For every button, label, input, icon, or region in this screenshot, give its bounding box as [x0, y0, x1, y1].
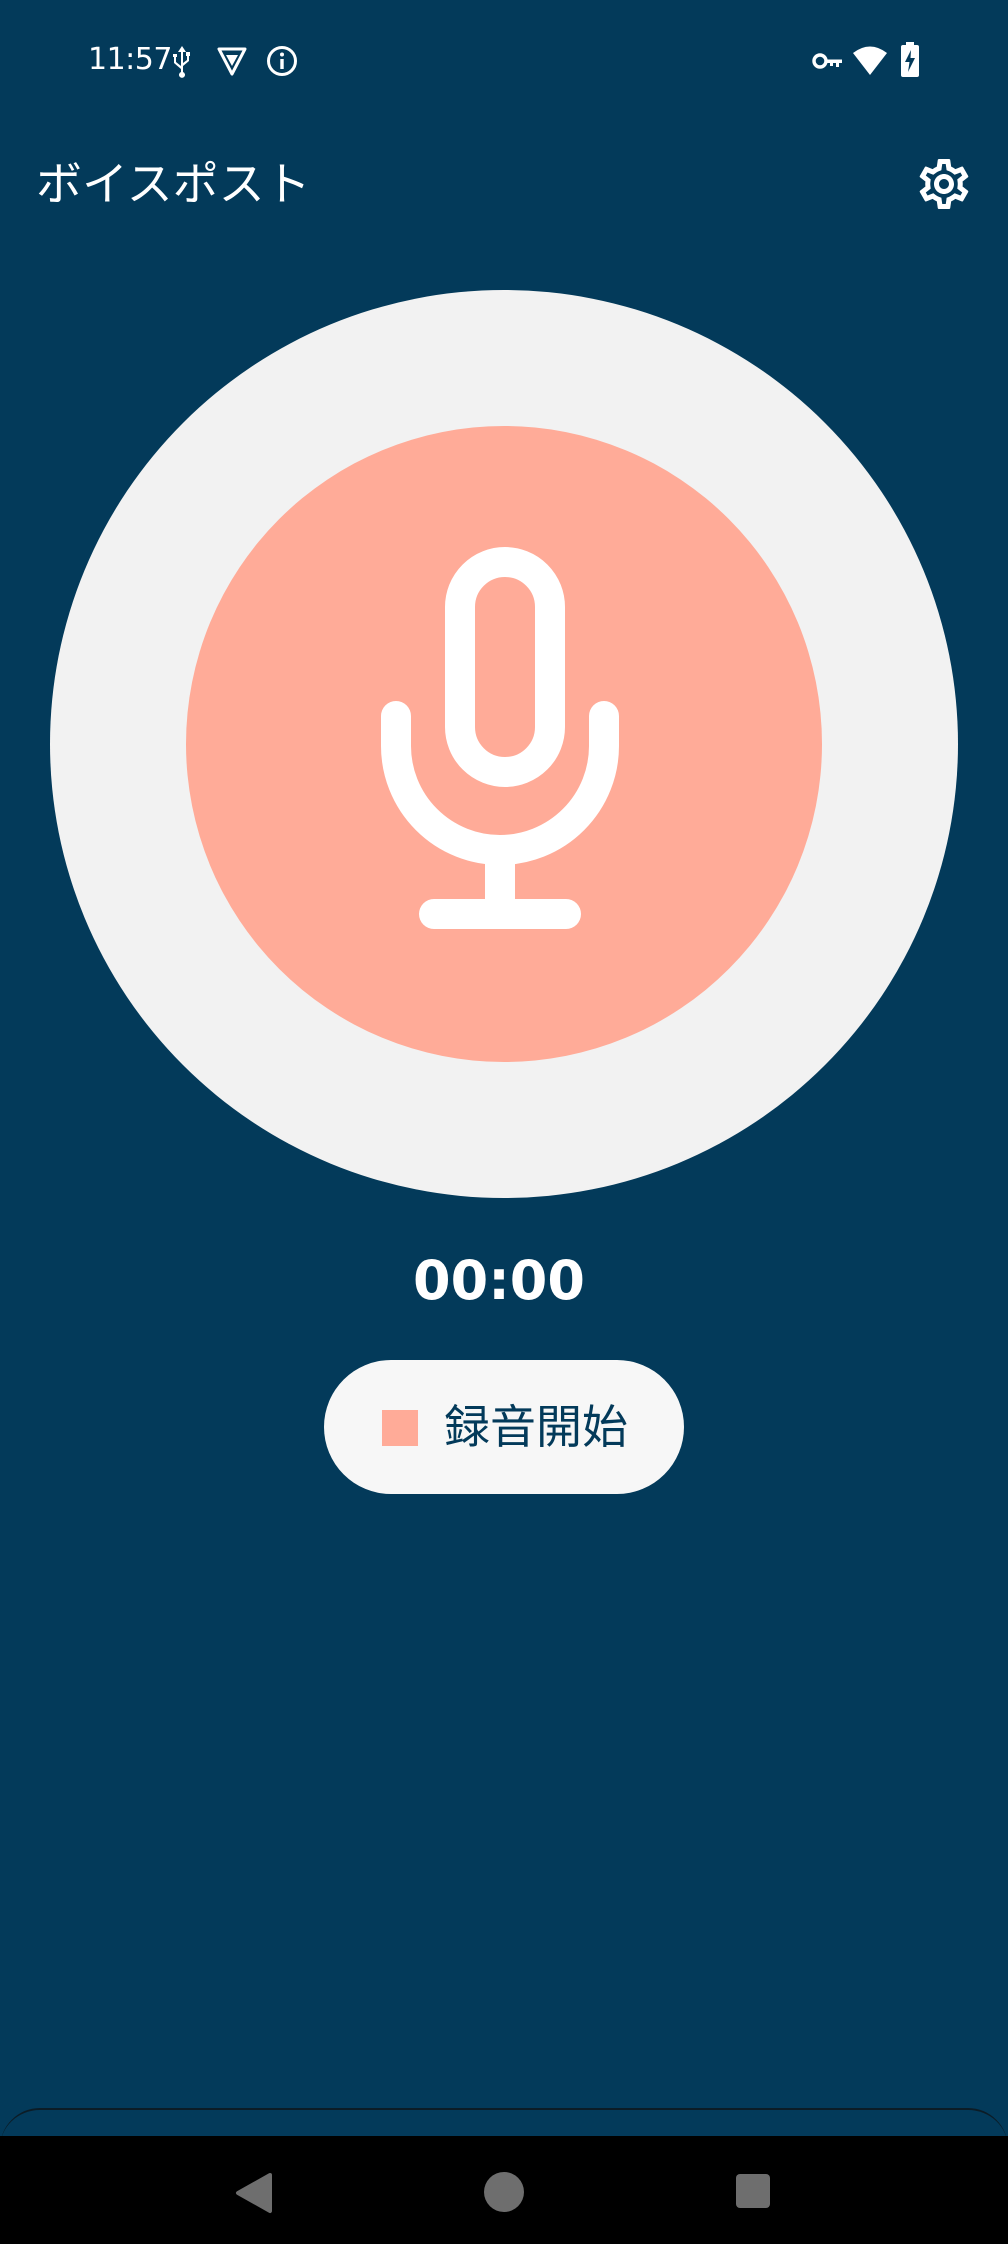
recording-timer: 00:00 [413, 1249, 585, 1312]
stop-square-icon [382, 1410, 418, 1446]
microphone-icon [381, 547, 619, 929]
start-recording-label: 録音開始 [444, 1400, 628, 1454]
settings-button[interactable] [914, 154, 974, 214]
app-title: ボイスポスト [36, 157, 311, 211]
usb-icon [173, 46, 190, 78]
battery-charging-icon [901, 42, 919, 77]
gear-icon [919, 159, 969, 209]
back-icon[interactable] [234, 2172, 274, 2214]
system-nav-bar [0, 2136, 1008, 2244]
status-bar: 11:57 [0, 0, 1008, 120]
info-icon [267, 46, 297, 76]
home-icon[interactable] [484, 2172, 524, 2212]
record-button[interactable] [186, 426, 822, 1062]
vpn-shield-icon [217, 47, 247, 76]
wifi-icon [853, 46, 887, 75]
key-icon [812, 53, 842, 69]
start-recording-button[interactable]: 録音開始 [324, 1360, 684, 1494]
status-time: 11:57 [88, 42, 172, 77]
recents-icon[interactable] [736, 2174, 770, 2208]
